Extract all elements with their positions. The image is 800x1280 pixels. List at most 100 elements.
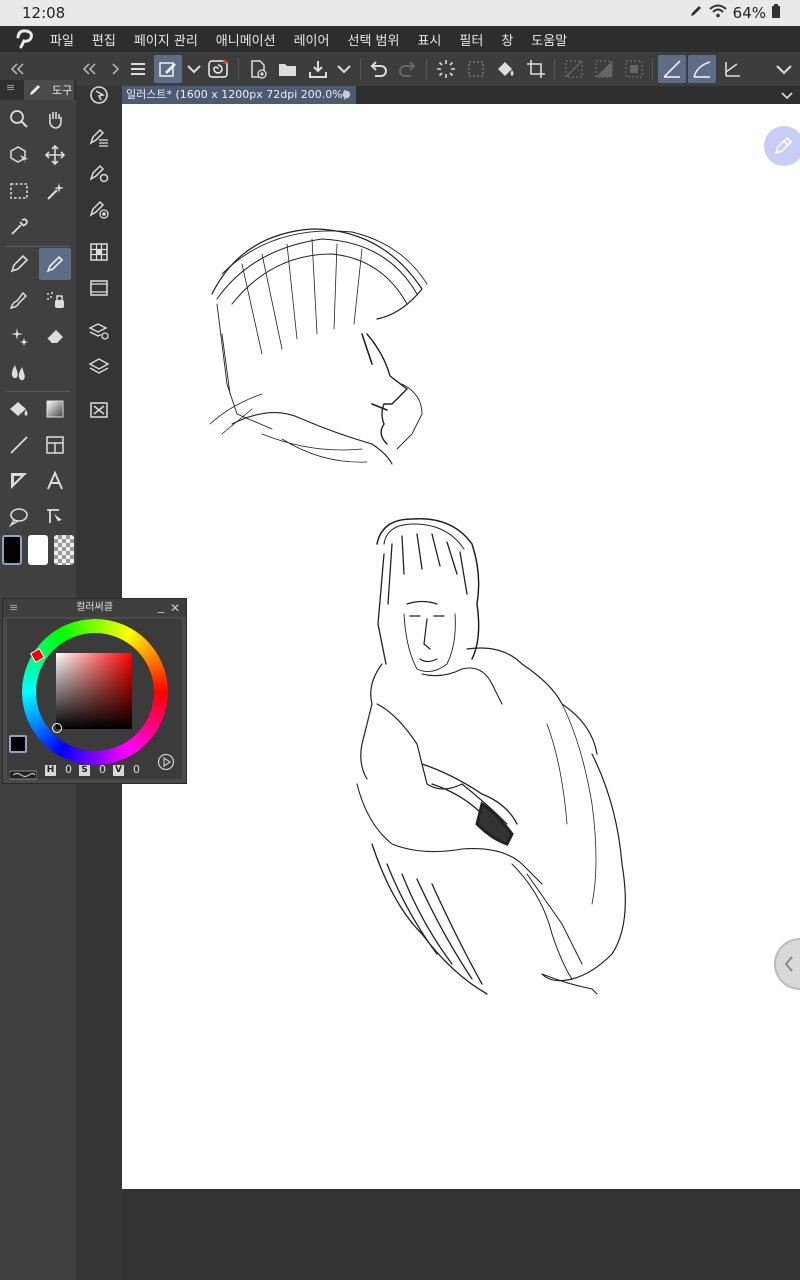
decoration-icon[interactable] <box>3 320 35 352</box>
gradient-icon[interactable] <box>39 393 71 425</box>
close-icon[interactable]: ✕ <box>170 599 180 617</box>
crop-icon[interactable] <box>522 55 550 83</box>
hand-icon[interactable] <box>39 103 71 135</box>
menu-hamburger-icon[interactable] <box>124 55 152 83</box>
blend-icon[interactable] <box>3 356 35 388</box>
tool-property-icon[interactable] <box>84 122 114 152</box>
sketch-artwork <box>209 228 626 995</box>
chevron-down-icon[interactable] <box>330 55 358 83</box>
sub-tool-select-icon[interactable] <box>84 80 114 110</box>
pencil-tool-icon[interactable] <box>39 248 71 280</box>
marquee-icon[interactable] <box>3 175 35 207</box>
drawing-canvas[interactable] <box>122 104 800 1189</box>
tool-divider <box>6 391 70 392</box>
pen-tool-icon[interactable] <box>3 248 35 280</box>
tool-tab[interactable]: 도구 <box>24 80 74 100</box>
selection-border-icon <box>620 55 648 83</box>
new-file-icon[interactable] <box>244 55 272 83</box>
minimize-icon[interactable]: _ <box>158 597 164 615</box>
correct-line-icon[interactable] <box>39 501 71 533</box>
command-bar <box>0 52 800 87</box>
main-color-swatch[interactable] <box>2 535 22 565</box>
deselect-icon <box>560 55 588 83</box>
transparent-swatch[interactable] <box>54 535 74 565</box>
swap-mode-icon[interactable] <box>8 765 38 780</box>
v-label: V <box>113 765 124 776</box>
battery-text: 64% <box>732 4 766 22</box>
panel-grip-icon[interactable]: ≡ <box>6 81 15 94</box>
v-value[interactable]: 0 <box>133 763 140 776</box>
tool-panel-header: ≡ 도구 <box>0 80 76 100</box>
clear-icon[interactable] <box>432 55 460 83</box>
app-logo-icon[interactable] <box>14 28 36 50</box>
toolbar-separator <box>426 58 427 80</box>
menu-edit[interactable]: 편집 <box>92 30 116 49</box>
color-set-icon[interactable] <box>84 237 114 267</box>
fill-tool-icon[interactable] <box>3 393 35 425</box>
special-ruler-snap-icon[interactable] <box>688 55 716 83</box>
document-tab[interactable]: 일러스트* (1600 x 1200px 72dpi 200.0%) ● <box>122 86 356 104</box>
tab-dot-icon[interactable]: ● <box>342 86 351 104</box>
h-label: H <box>45 765 56 776</box>
airbrush-icon[interactable] <box>39 284 71 316</box>
magic-wand-icon[interactable] <box>39 175 71 207</box>
invert-selection-icon <box>590 55 618 83</box>
layer-property-icon[interactable] <box>84 316 114 346</box>
open-folder-icon[interactable] <box>274 55 302 83</box>
menu-filter[interactable]: 필터 <box>459 30 483 49</box>
chevron-down-icon[interactable] <box>770 55 798 83</box>
main-color-chip[interactable] <box>9 735 27 753</box>
object-select-icon[interactable] <box>3 139 35 171</box>
saturation-value-square[interactable] <box>56 653 132 729</box>
brush-settings-icon[interactable] <box>84 158 114 188</box>
floating-pen-button[interactable] <box>764 126 800 166</box>
layers-icon[interactable] <box>84 352 114 382</box>
panel-grip-icon[interactable]: ≡ <box>9 599 18 617</box>
menu-help[interactable]: 도움말 <box>531 30 567 49</box>
brush-size-icon[interactable] <box>84 194 114 224</box>
companion-icon[interactable] <box>204 55 232 83</box>
zoom-icon[interactable] <box>3 103 35 135</box>
menu-layer[interactable]: 레이어 <box>294 30 330 49</box>
redo-icon <box>394 55 422 83</box>
s-value[interactable]: 0 <box>99 763 106 776</box>
brush-icon[interactable] <box>3 284 35 316</box>
eyedropper-icon[interactable] <box>3 211 35 243</box>
move-icon[interactable] <box>39 139 71 171</box>
status-time: 12:08 <box>22 4 66 22</box>
menu-window[interactable]: 창 <box>501 30 513 49</box>
sv-cursor[interactable] <box>52 723 62 733</box>
balloon-tail-icon[interactable] <box>3 465 35 497</box>
menu-bar: 파일 편집 페이지 관리 애니메이션 레이어 선택 범위 표시 필터 창 도움말 <box>0 26 800 52</box>
toolbar-separator <box>238 58 239 80</box>
tab-list-chevron-icon[interactable] <box>778 86 796 104</box>
h-value[interactable]: 0 <box>65 763 72 776</box>
menu-file[interactable]: 파일 <box>50 30 74 49</box>
undo-icon[interactable] <box>364 55 392 83</box>
edit-mode-icon[interactable] <box>154 55 182 83</box>
text-icon[interactable] <box>39 465 71 497</box>
grid-snap-icon[interactable] <box>718 55 746 83</box>
timeline-icon[interactable] <box>84 273 114 303</box>
document-tab-title: 일러스트* (1600 x 1200px 72dpi 200.0%) <box>126 88 347 101</box>
collapse-sub-icon[interactable] <box>76 55 104 83</box>
eraser-icon[interactable] <box>39 320 71 352</box>
collapse-left-icon[interactable] <box>4 55 32 83</box>
color-panel-title-text: 컬러써클 <box>76 602 113 613</box>
color-wheel-area: H 0 S 0 V 0 <box>7 619 182 780</box>
menu-animation[interactable]: 애니메이션 <box>216 30 276 49</box>
menu-page[interactable]: 페이지 관리 <box>134 30 198 49</box>
save-icon[interactable] <box>304 55 332 83</box>
frame-icon[interactable] <box>39 429 71 461</box>
balloon-icon[interactable] <box>3 501 35 533</box>
sub-color-swatch[interactable] <box>28 535 48 565</box>
navigator-icon[interactable] <box>84 395 114 425</box>
ruler-snap-icon[interactable] <box>658 55 686 83</box>
fill-icon[interactable] <box>492 55 520 83</box>
chevron-left-icon <box>784 956 793 972</box>
play-circle-icon[interactable] <box>157 753 175 771</box>
line-icon[interactable] <box>3 429 35 461</box>
pen-icon <box>689 4 703 22</box>
menu-view[interactable]: 표시 <box>417 30 441 49</box>
menu-selection[interactable]: 선택 범위 <box>347 30 399 49</box>
